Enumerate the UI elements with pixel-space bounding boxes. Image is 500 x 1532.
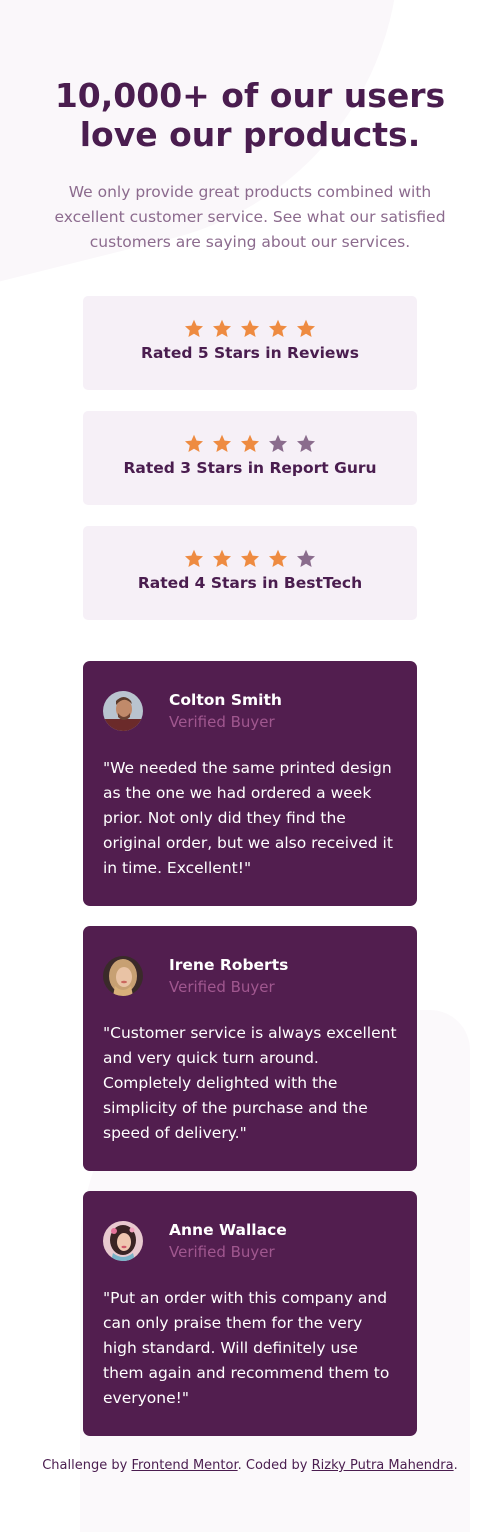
avatar	[103, 1221, 143, 1261]
star-rating	[83, 319, 417, 338]
testimonial-quote: "Put an order with this company and can …	[103, 1289, 390, 1407]
rating-box-report-guru: Rated 3 Stars in Report Guru	[83, 411, 417, 505]
title-line-1: 10,000+ of our users	[54, 76, 446, 115]
star-icon	[240, 549, 260, 568]
testimonial-card: Anne Wallace Verified Buyer "Put an orde…	[83, 1191, 417, 1436]
star-rating	[83, 434, 417, 453]
testimonial-card: Colton Smith Verified Buyer "We needed t…	[83, 661, 417, 906]
star-icon	[296, 434, 316, 453]
rating-box-reviews: Rated 5 Stars in Reviews	[83, 296, 417, 390]
attribution-footer: Challenge by Frontend Mentor. Coded by R…	[0, 1458, 500, 1473]
footer-middle: . Coded by	[237, 1458, 312, 1473]
verified-buyer-label: Verified Buyer	[169, 713, 275, 731]
testimonial-quote: "We needed the same printed design as th…	[103, 759, 393, 877]
rating-label: Rated 3 Stars in Report Guru	[123, 459, 377, 477]
title-line-2: love our products.	[79, 115, 421, 154]
star-icon	[212, 549, 232, 568]
star-icon	[240, 319, 260, 338]
page-subtitle: We only provide great products combined …	[54, 183, 446, 251]
star-icon	[184, 434, 204, 453]
star-icon	[296, 319, 316, 338]
avatar	[103, 691, 143, 731]
testimonial-card: Irene Roberts Verified Buyer "Customer s…	[83, 926, 417, 1171]
footer-prefix: Challenge by	[42, 1458, 132, 1473]
page-title: 10,000+ of our users love our products.	[0, 76, 500, 154]
verified-buyer-label: Verified Buyer	[169, 978, 275, 996]
reviewer-name: Colton Smith	[169, 691, 282, 709]
footer-suffix: .	[453, 1458, 458, 1473]
star-icon	[268, 549, 288, 568]
avatar	[103, 956, 143, 996]
star-icon	[184, 319, 204, 338]
star-icon	[212, 319, 232, 338]
star-icon	[240, 434, 260, 453]
rating-box-besttech: Rated 4 Stars in BestTech	[83, 526, 417, 620]
author-link[interactable]: Rizky Putra Mahendra	[312, 1458, 454, 1473]
reviewer-name: Anne Wallace	[169, 1221, 287, 1239]
rating-label: Rated 5 Stars in Reviews	[141, 344, 359, 362]
star-rating	[83, 549, 417, 568]
rating-label: Rated 4 Stars in BestTech	[137, 574, 363, 592]
star-icon	[268, 319, 288, 338]
frontend-mentor-link[interactable]: Frontend Mentor	[131, 1458, 237, 1473]
reviewer-name: Irene Roberts	[169, 956, 289, 974]
star-icon	[296, 549, 316, 568]
star-icon	[184, 549, 204, 568]
testimonial-quote: "Customer service is always excellent an…	[103, 1024, 397, 1142]
star-icon	[268, 434, 288, 453]
verified-buyer-label: Verified Buyer	[169, 1243, 275, 1261]
star-icon	[212, 434, 232, 453]
